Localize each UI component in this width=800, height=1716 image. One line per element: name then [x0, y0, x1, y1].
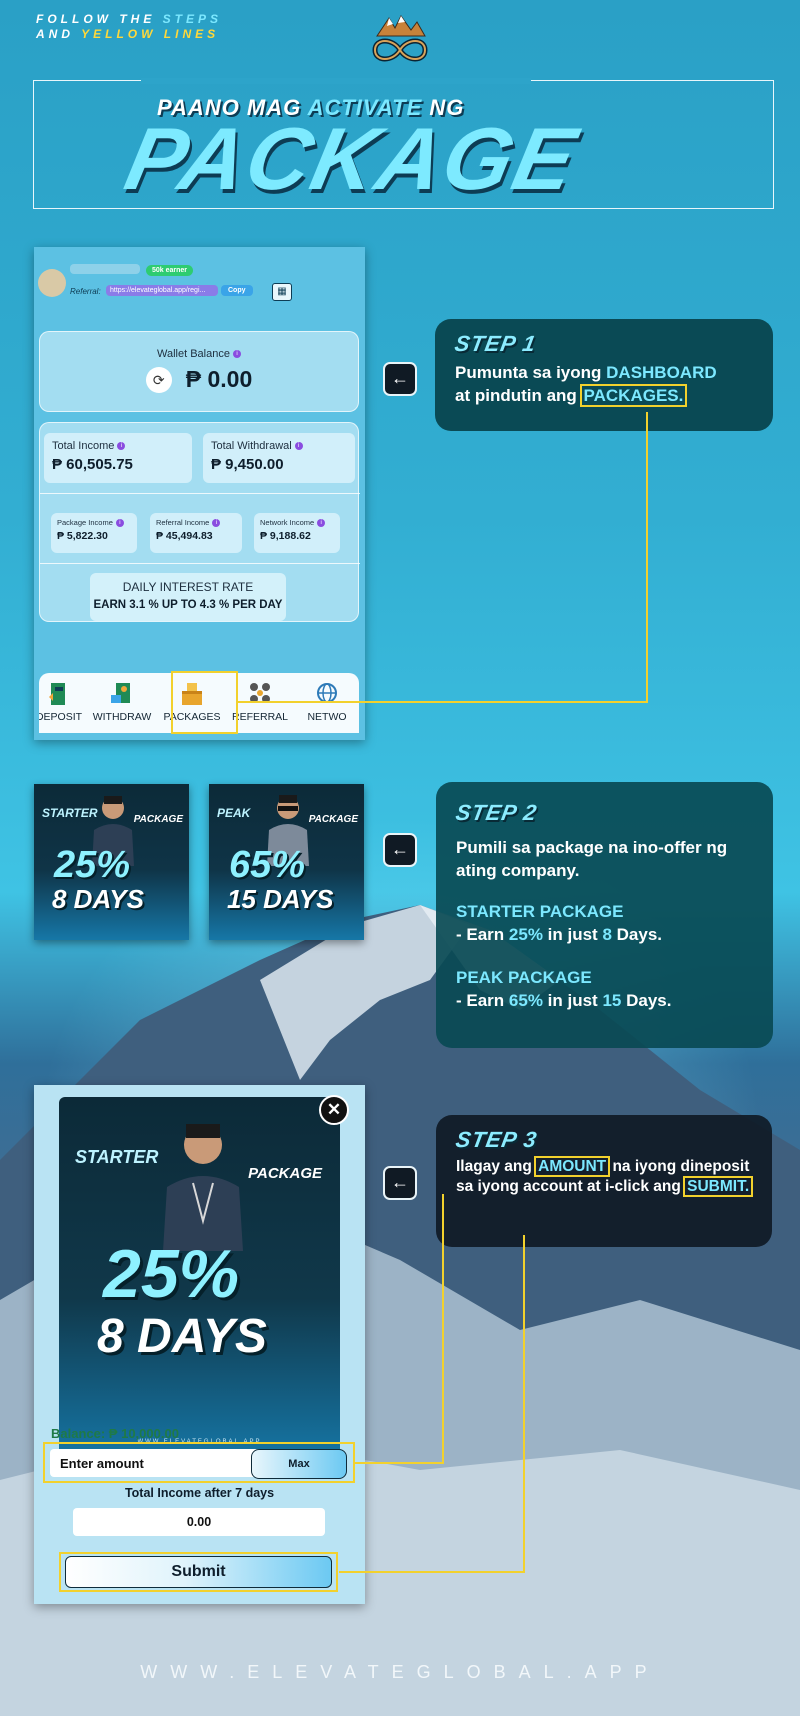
daily-interest-rate-box: DAILY INTEREST RATE EARN 3.1 % UP TO 4.3… [90, 573, 286, 621]
starter-description: STARTER PACKAGE - Earn 25% in just 8 Day… [456, 902, 662, 944]
rate-value: EARN 3.1 % UP TO 4.3 % PER DAY [93, 599, 283, 611]
step3-title: STEP 3 [453, 1127, 540, 1152]
nav-withdraw[interactable]: WITHDRAW [91, 673, 153, 733]
nav-deposit[interactable]: DEPOSIT [39, 673, 83, 733]
info-icon: i [212, 519, 221, 528]
starter-package-card[interactable]: STARTER PACKAGE 25% 8 DAYS [34, 784, 189, 940]
copy-button[interactable]: Copy [221, 285, 253, 296]
divider [40, 563, 360, 564]
info-icon: i [117, 442, 126, 451]
dashboard-screenshot: 50k earner Referral: https://elevateglob… [34, 247, 365, 740]
infinity-mountain-logo [372, 15, 428, 62]
total-withdrawal-value: ₱ 9,450.00 [211, 456, 284, 473]
total-withdrawal-box: Total Withdrawal i ₱ 9,450.00 [203, 433, 355, 483]
income-stats-card: Total Income i ₱ 60,505.75 Total Withdraw… [39, 422, 360, 622]
footer-website: WWW.ELEVATEGLOBAL.APP [140, 1662, 660, 1682]
person-image [163, 1124, 243, 1251]
network-icon [317, 683, 337, 703]
rate-label: DAILY INTEREST RATE [122, 580, 254, 594]
peak-package-card[interactable]: PEAK PACKAGE 65% 15 DAYS [209, 784, 364, 940]
deposit-icon [49, 683, 65, 705]
info-icon: i [294, 442, 303, 451]
info-icon: i [317, 519, 326, 528]
referral-icon [250, 683, 270, 703]
refresh-icon[interactable]: ⟳ [145, 366, 172, 393]
package-income-box: Package Income i ₱ 5,822.30 [51, 513, 137, 553]
total-income-value: ₱ 60,505.75 [52, 456, 133, 473]
page-title: PACKAGE [117, 109, 587, 208]
amount-highlight-box [43, 1442, 355, 1483]
arrow-left-icon: ← [383, 1166, 417, 1200]
withdraw-icon [111, 683, 130, 703]
nav-network[interactable]: NETWO [295, 673, 359, 733]
step2-box: STEP 2 Pumili sa package na ino-offer ng… [436, 782, 773, 1048]
purchase-modal-screenshot: STARTER PACKAGE 25% 8 DAYS WWW.ELEVATEGL… [34, 1085, 365, 1604]
total-income-label: Total Income after 7 days [124, 1486, 275, 1500]
total-income-field: 0.00 [73, 1508, 325, 1536]
qr-code-icon[interactable]: ▦ [272, 283, 292, 301]
close-icon[interactable]: ✕ [319, 1095, 349, 1125]
step3-box: STEP 3 Ilagay ang AMOUNT na iyong dinepo… [436, 1115, 772, 1247]
balance-text: Balance: ₱ 10,000.00 [51, 1426, 179, 1441]
step2-intro: Pumili sa package na ino-offer ng ating … [456, 838, 728, 880]
blurred-username [70, 264, 140, 274]
step2-title: STEP 2 [453, 800, 540, 825]
amount-highlight-text: AMOUNT [534, 1156, 611, 1177]
step1-box: STEP 1 Pumunta sa iyong DASHBOARD at pin… [435, 319, 773, 431]
referral-link[interactable]: https://elevateglobal.app/regi... [106, 285, 218, 296]
referral-label: Referral: [70, 287, 101, 296]
step1-title: STEP 1 [452, 331, 539, 356]
peak-description: PEAK PACKAGE - Earn 65% in just 15 Days. [456, 968, 672, 1010]
package-income-value: ₱ 5,822.30 [57, 530, 108, 543]
referral-income-value: ₱ 45,494.83 [156, 530, 213, 543]
instruction-note: FOLLOW THE STEPS AND YELLOW LINES [36, 12, 223, 41]
note-accent-steps: STEPS [162, 12, 223, 26]
step1-text: Pumunta sa iyong DASHBOARD at pindutin a… [455, 363, 717, 407]
info-icon: i [232, 350, 241, 359]
wallet-balance-amount: ₱ 0.00 [185, 366, 253, 392]
packages-highlight-box [171, 671, 238, 734]
network-income-box: Network Income i ₱ 9,188.62 [254, 513, 340, 553]
network-income-value: ₱ 9,188.62 [260, 530, 311, 543]
avatar [38, 269, 66, 297]
note-accent-yellow-lines: YELLOW LINES [81, 27, 220, 41]
referral-income-box: Referral Income i ₱ 45,494.83 [150, 513, 242, 553]
info-icon: i [115, 519, 124, 528]
packages-highlight-text: PACKAGES. [579, 384, 688, 407]
starter-package-banner: STARTER PACKAGE 25% 8 DAYS WWW.ELEVATEGL… [59, 1097, 340, 1463]
submit-highlight-box [59, 1552, 338, 1592]
submit-highlight-text: SUBMIT. [683, 1176, 754, 1197]
earner-badge: 50k earner [146, 265, 194, 276]
arrow-left-icon: ← [383, 833, 417, 867]
step3-text: Ilagay ang AMOUNT na iyong dineposit sa … [456, 1156, 754, 1197]
wallet-balance-card: Wallet Balance i ⟳ ₱ 0.00 [39, 331, 359, 412]
arrow-left-icon: ← [383, 362, 417, 396]
total-income-box: Total Income i ₱ 60,505.75 [44, 433, 192, 483]
wallet-balance-label: Wallet Balance [157, 348, 230, 360]
divider [40, 493, 360, 494]
